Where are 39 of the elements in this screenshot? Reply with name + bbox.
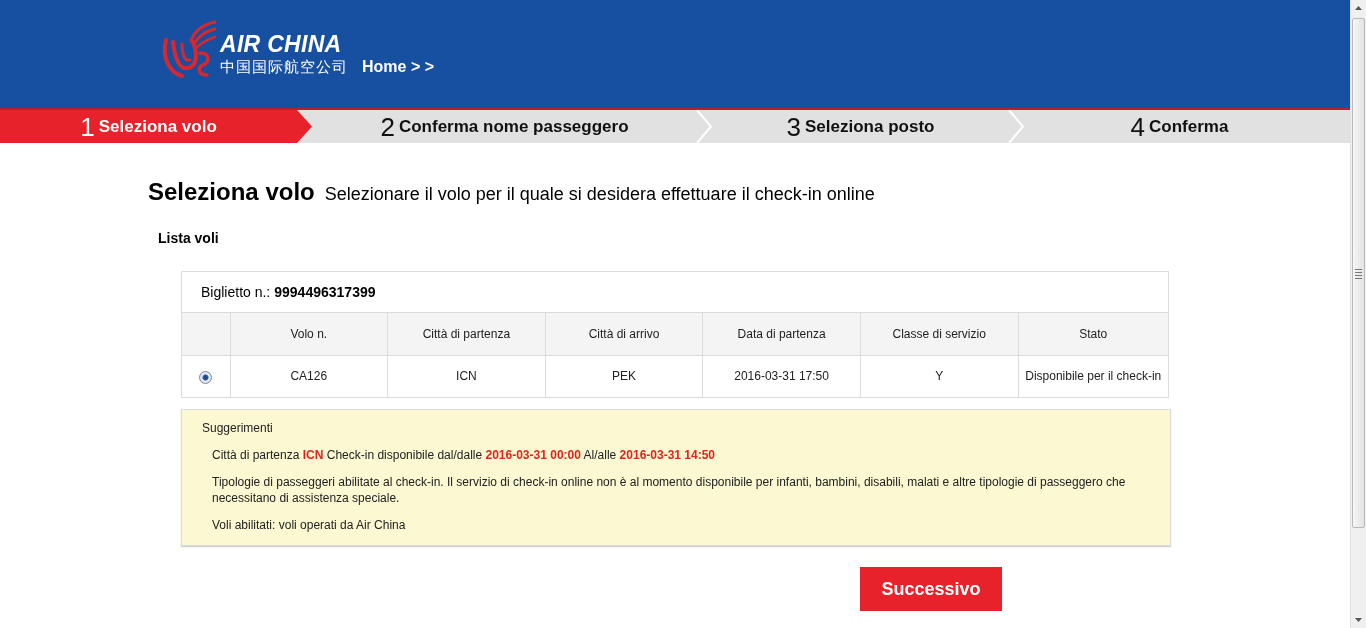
column-header: Stato (1018, 313, 1168, 355)
column-header: Volo n. (230, 313, 388, 355)
table-cell: 2016-03-31 17:50 (702, 355, 861, 397)
chevron-icon (696, 110, 712, 143)
breadcrumb-home-link[interactable]: Home > > (362, 55, 435, 79)
step-number: 1 (80, 112, 95, 141)
phoenix-logo-icon (160, 20, 216, 80)
step-number: 2 (380, 112, 395, 141)
table-cell: Disponibile per il check-in (1018, 355, 1168, 397)
tips-title: Suggerimenti (201, 420, 274, 436)
tip-text: Città di partenza ICN Check-in disponibile dal/dalle 2016-03-31 00:00 Al/alle 2016-03-31 14:50 (211, 447, 717, 463)
logo-text: AIR CHINA (220, 32, 343, 57)
column-header: Data di partenza (702, 313, 861, 355)
table-cell: CA126 (230, 355, 388, 397)
next-button[interactable]: Successivo (860, 567, 1002, 611)
column-header: Città di partenza (387, 313, 546, 355)
step-label: Seleziona posto (805, 116, 935, 137)
column-header: Classe di servizio (860, 313, 1018, 355)
logo-text-chinese: 中国国际航空公司 (220, 57, 348, 77)
chevron-icon (1008, 110, 1024, 143)
step-label: Conferma nome passeggero (398, 116, 629, 137)
column-header: Città di arrivo (545, 313, 703, 355)
table-cell: Y (860, 355, 1018, 397)
table-cell: ICN (387, 355, 546, 397)
step-number: 4 (1130, 112, 1146, 141)
ticket-number: 9994496317399 (274, 282, 376, 302)
step-label: Conferma (1149, 116, 1229, 137)
radio-button[interactable] (199, 370, 213, 384)
page-subtitle: Selezionare il volo per il quale si desidera effettuare il check-in online (324, 183, 875, 206)
scrollbar-thumb[interactable] (1352, 18, 1365, 528)
section-heading: Lista voli (158, 230, 219, 246)
tip-text: Voli abilitati: voli operati da Air China (211, 517, 407, 533)
ticket-label: Biglietto n.: (201, 282, 271, 302)
step-number: 3 (786, 112, 801, 141)
scrollbar[interactable] (1350, 0, 1366, 628)
step-label: Seleziona volo (98, 116, 217, 137)
page-title: Seleziona volo (148, 178, 315, 206)
table-cell: PEK (545, 355, 703, 397)
tip-text: Tipologie di passeggeri abilitate al check-in. Il servizio di check-in online non è al momento disponibile per infanti, bambini, disabili, malati e altre tipologie di passeggero che necessitano di assistenza speciale. (211, 474, 1127, 506)
